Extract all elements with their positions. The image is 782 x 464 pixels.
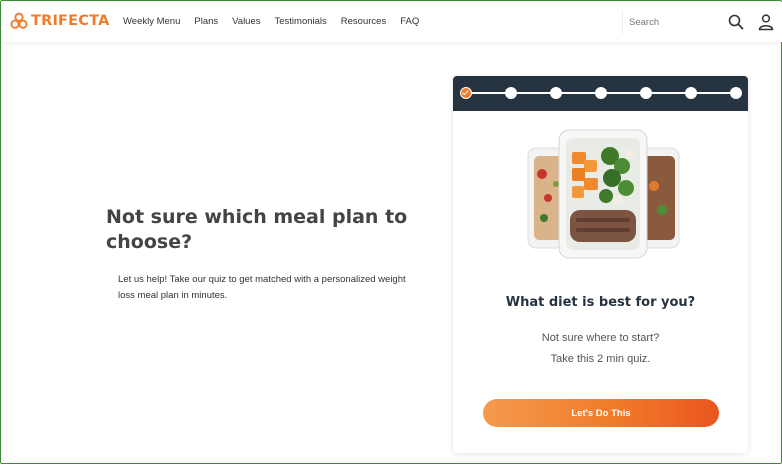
progress-step-3 — [550, 87, 562, 99]
main-menu: Weekly Menu Plans Values Testimonials Re… — [123, 16, 433, 27]
nav-item-weekly-menu[interactable]: Weekly Menu — [123, 16, 180, 27]
start-quiz-button[interactable]: Let's Do This — [483, 399, 719, 427]
top-navigation: TRIFECTA Weekly Menu Plans Values Testim… — [2, 2, 782, 42]
quiz-progress-bar — [453, 76, 748, 111]
trifecta-logo-icon — [10, 12, 28, 29]
brand-name: TRIFECTA — [31, 13, 110, 29]
progress-step-2 — [505, 87, 517, 99]
quiz-title: What diet is best for you? — [505, 295, 696, 310]
nav-item-faq[interactable]: FAQ — [400, 16, 419, 27]
progress-step-5 — [640, 87, 652, 99]
hero-subtitle: Let us help! Take our quiz to get matche… — [118, 274, 406, 301]
progress-step-1-complete — [460, 87, 472, 99]
meal-containers-image — [527, 129, 680, 259]
search-box — [622, 10, 748, 34]
quiz-card: What diet is best for you? Not sure wher… — [453, 76, 748, 453]
progress-step-6 — [685, 87, 697, 99]
hero-title: Not sure which meal plan to choose? — [106, 206, 408, 253]
trifecta-logo[interactable]: TRIFECTA — [10, 12, 110, 30]
progress-step-4 — [595, 87, 607, 99]
user-icon[interactable] — [757, 13, 775, 31]
quiz-description-line-2: Take this 2 min quiz. — [550, 353, 651, 365]
search-icon[interactable] — [727, 13, 745, 31]
nav-item-plans[interactable]: Plans — [194, 16, 218, 27]
nav-item-values[interactable]: Values — [232, 16, 260, 27]
search-input[interactable] — [629, 13, 724, 31]
nav-item-resources[interactable]: Resources — [341, 16, 386, 27]
nav-item-testimonials[interactable]: Testimonials — [275, 16, 327, 27]
progress-step-7 — [730, 87, 742, 99]
page-frame: TRIFECTA Weekly Menu Plans Values Testim… — [0, 0, 782, 464]
quiz-description-line-1: Not sure where to start? — [541, 332, 660, 344]
